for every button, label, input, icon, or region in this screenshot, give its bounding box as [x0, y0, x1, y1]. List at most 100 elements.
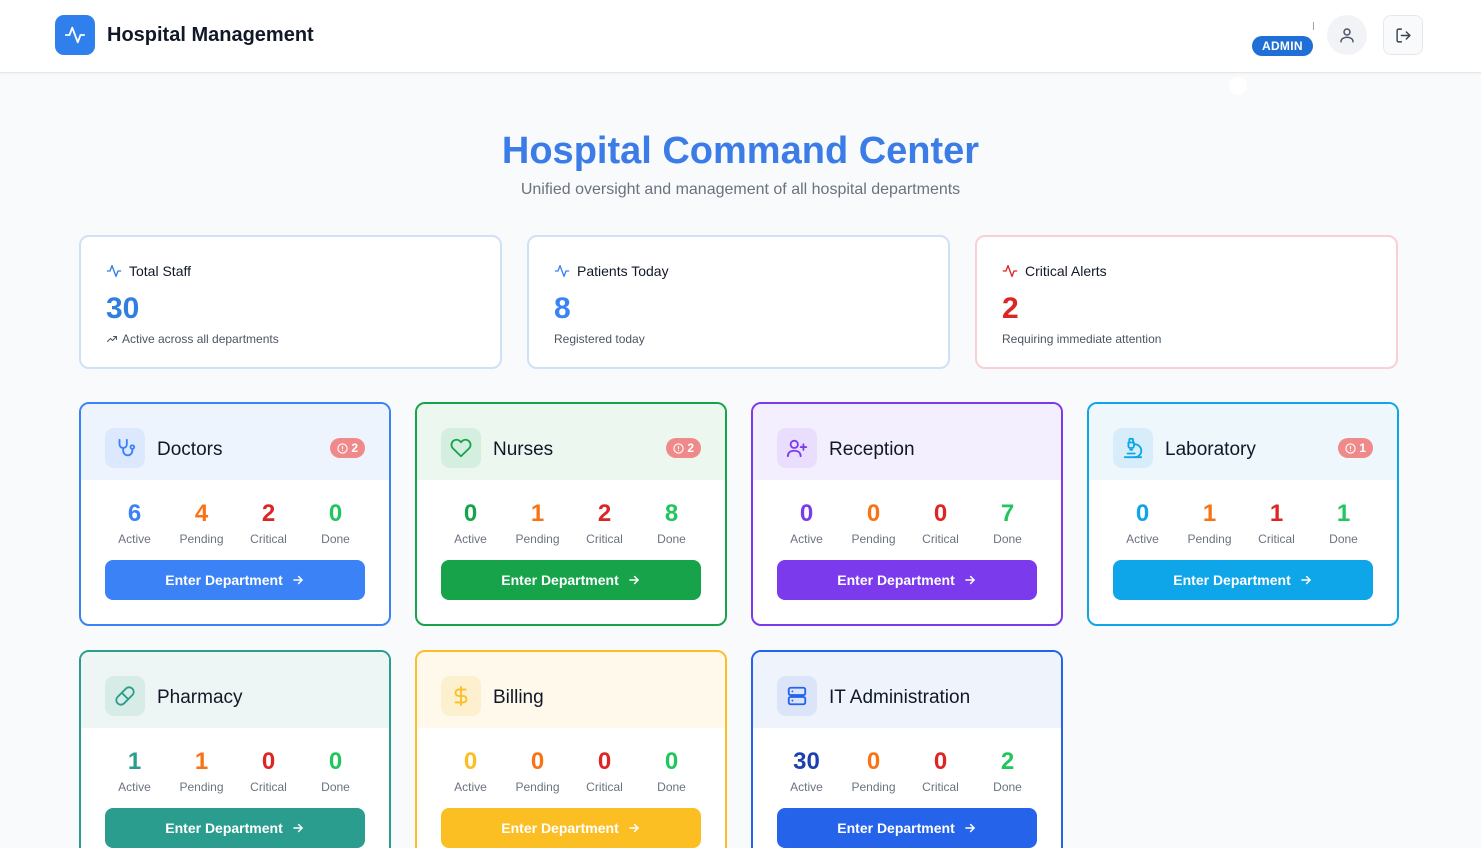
- department-name: IT Administration: [829, 687, 971, 708]
- department-card-billing: Billing 0 Active 0 Pending 0 Critical 0 …: [415, 650, 727, 848]
- enter-department-button[interactable]: Enter Department: [105, 560, 365, 600]
- metric-done: 0 Done: [302, 748, 369, 794]
- department-card-reception: Reception 0 Active 0 Pending 0 Critical …: [751, 402, 1063, 626]
- stat-card-critical-alerts: Critical Alerts 2 Requiring immediate at…: [975, 235, 1398, 369]
- metric-done-value: 8: [664, 500, 679, 527]
- trending-up-icon: [107, 336, 117, 342]
- divider: [1313, 22, 1314, 30]
- metric-pending: 1 Pending: [504, 500, 571, 546]
- metric-critical: 2 Critical: [571, 500, 638, 546]
- metric-pending-value: 1: [194, 748, 209, 775]
- metric-pending-value: 1: [530, 500, 545, 527]
- metric-critical-value: 0: [261, 748, 276, 775]
- arrow-right-icon: [292, 823, 303, 833]
- metric-done-label: Done: [1329, 532, 1358, 546]
- user-plus-icon: [777, 428, 817, 468]
- alert-count-badge: 1: [1338, 438, 1373, 458]
- top-bar: Hospital Management ADMIN: [0, 0, 1481, 73]
- metric-active-label: Active: [790, 780, 823, 794]
- alert-circle-icon: [673, 442, 684, 454]
- alert-count: 2: [351, 441, 358, 455]
- metric-done-value: 0: [328, 500, 343, 527]
- metric-active-value: 0: [1135, 500, 1150, 527]
- metric-done: 0 Done: [638, 748, 705, 794]
- enter-department-label: Enter Department: [165, 820, 283, 836]
- metric-active: 30 Active: [773, 748, 840, 794]
- enter-department-button[interactable]: Enter Department: [1113, 560, 1373, 600]
- metric-pending: 0 Pending: [504, 748, 571, 794]
- metric-critical: 2 Critical: [235, 500, 302, 546]
- enter-department-label: Enter Department: [1173, 572, 1291, 588]
- indicator-dot: [1229, 77, 1247, 95]
- user-icon: [1340, 28, 1354, 43]
- metric-done: 8 Done: [638, 500, 705, 546]
- metric-active-value: 0: [463, 748, 478, 775]
- stat-label: Total Staff: [129, 263, 192, 279]
- alert-count: 1: [1359, 441, 1366, 455]
- metric-critical-label: Critical: [922, 532, 959, 546]
- department-card-it-administration: IT Administration 30 Active 0 Pending 0 …: [751, 650, 1063, 848]
- stat-value: 8: [554, 292, 571, 325]
- heart-icon: [441, 428, 481, 468]
- metric-active-value: 30: [793, 748, 820, 775]
- page-title: Hospital Command Center: [501, 130, 980, 172]
- metric-pending-label: Pending: [179, 532, 224, 546]
- metric-pending-label: Pending: [851, 532, 896, 546]
- metric-active-label: Active: [454, 532, 487, 546]
- metric-active-value: 6: [127, 500, 142, 527]
- metric-pending: 0 Pending: [840, 500, 907, 546]
- metric-pending: 0 Pending: [840, 748, 907, 794]
- department-name: Laboratory: [1165, 439, 1256, 460]
- alert-count-badge: 2: [666, 438, 701, 458]
- arrow-right-icon: [964, 575, 975, 585]
- metric-critical-label: Critical: [922, 780, 959, 794]
- metric-critical-label: Critical: [1258, 532, 1295, 546]
- metric-pending-value: 1: [1202, 500, 1217, 527]
- metric-critical: 0 Critical: [235, 748, 302, 794]
- metric-done-label: Done: [321, 532, 350, 546]
- activity-icon: [106, 265, 122, 277]
- metric-done-value: 0: [328, 748, 343, 775]
- metric-active: 6 Active: [101, 500, 168, 546]
- metric-critical: 0 Critical: [907, 748, 974, 794]
- user-menu-button[interactable]: [1327, 15, 1367, 55]
- metric-critical-value: 0: [597, 748, 612, 775]
- metric-active: 0 Active: [437, 748, 504, 794]
- stat-label: Patients Today: [577, 263, 669, 279]
- metric-critical-label: Critical: [586, 780, 623, 794]
- enter-department-label: Enter Department: [501, 572, 619, 588]
- arrow-right-icon: [964, 823, 975, 833]
- metric-done-label: Done: [321, 780, 350, 794]
- metric-pending-value: 4: [194, 500, 209, 527]
- enter-department-label: Enter Department: [837, 572, 955, 588]
- app-title: Hospital Management: [107, 24, 314, 46]
- metric-active: 1 Active: [101, 748, 168, 794]
- enter-department-label: Enter Department: [165, 572, 283, 588]
- metric-done-value: 0: [664, 748, 679, 775]
- stethoscope-icon: [105, 428, 145, 468]
- enter-department-button[interactable]: Enter Department: [777, 560, 1037, 600]
- department-metrics: 1 Active 1 Pending 0 Critical 0 Done: [101, 748, 369, 794]
- metric-done-label: Done: [657, 780, 686, 794]
- department-metrics: 0 Active 0 Pending 0 Critical 7 Done: [773, 500, 1041, 546]
- logout-icon: [1395, 27, 1411, 43]
- metric-done-value: 1: [1336, 500, 1351, 527]
- metric-active-value: 1: [127, 748, 142, 775]
- enter-department-button[interactable]: Enter Department: [777, 808, 1037, 848]
- department-name: Doctors: [157, 439, 223, 460]
- department-metrics: 0 Active 0 Pending 0 Critical 0 Done: [437, 748, 705, 794]
- dollar-icon: [441, 676, 481, 716]
- logout-button[interactable]: [1383, 15, 1423, 55]
- metric-done-value: 2: [1000, 748, 1015, 775]
- department-metrics: 6 Active 4 Pending 2 Critical 0 Done: [101, 500, 369, 546]
- enter-department-button[interactable]: Enter Department: [441, 808, 701, 848]
- metric-pending-value: 0: [530, 748, 545, 775]
- department-metrics: 30 Active 0 Pending 0 Critical 2 Done: [773, 748, 1041, 794]
- enter-department-button[interactable]: Enter Department: [441, 560, 701, 600]
- enter-department-button[interactable]: Enter Department: [105, 808, 365, 848]
- metric-pending-label: Pending: [515, 532, 560, 546]
- metric-critical-value: 2: [597, 500, 612, 527]
- stat-card-total-staff: Total Staff 30 Active across all departm…: [79, 235, 502, 369]
- metric-critical-value: 0: [933, 500, 948, 527]
- metric-critical-value: 2: [261, 500, 276, 527]
